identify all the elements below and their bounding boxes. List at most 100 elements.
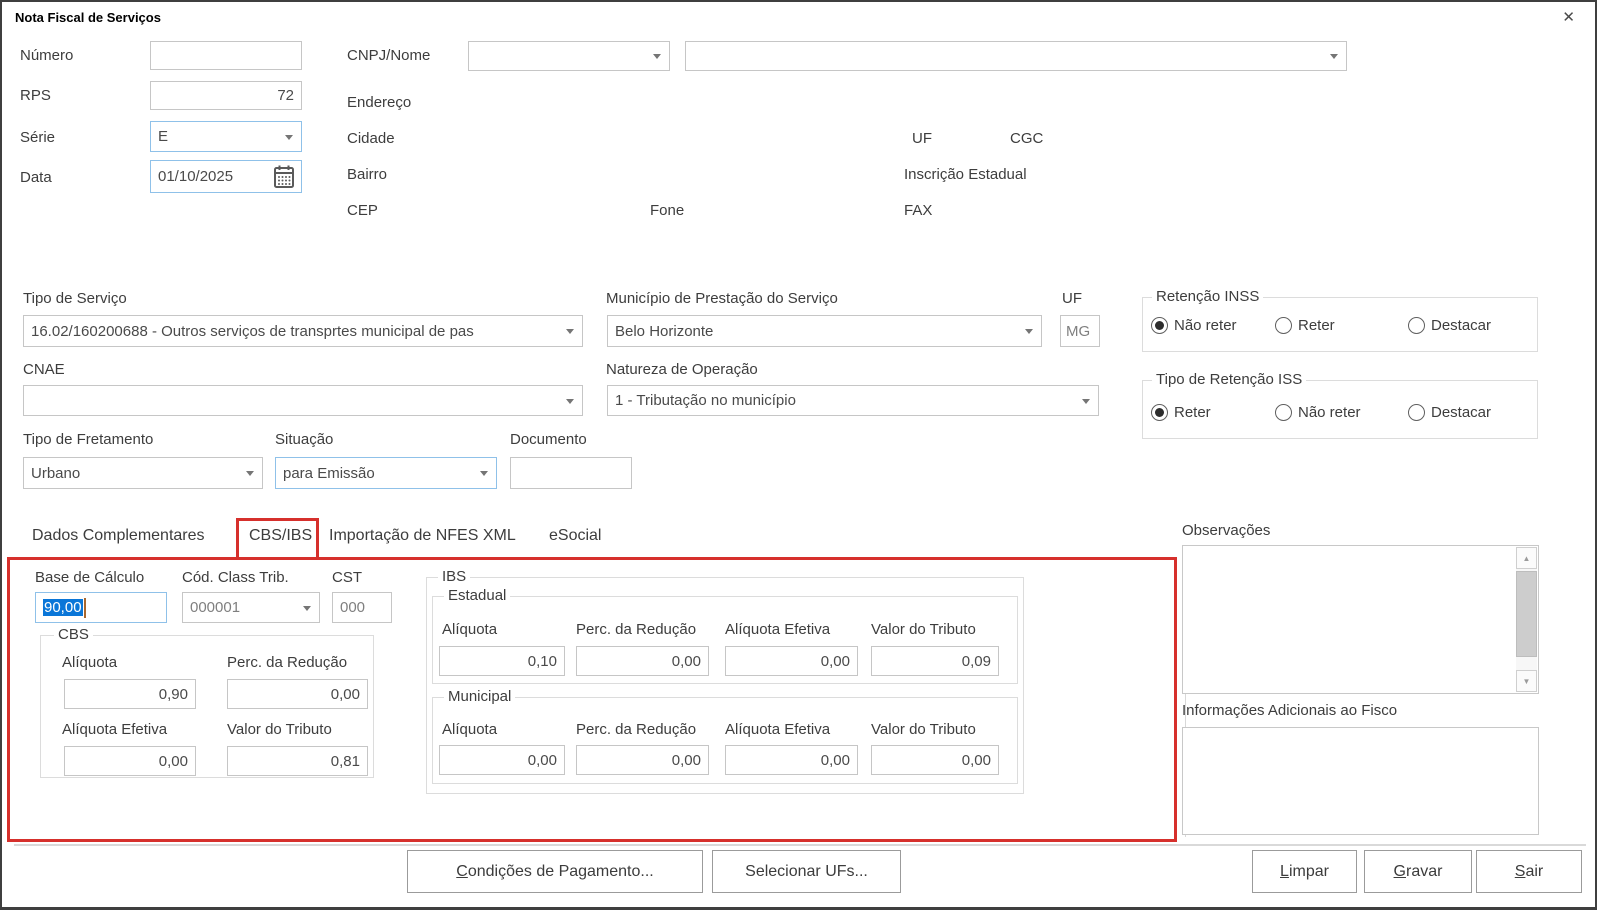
radio-icon[interactable] xyxy=(1275,404,1292,421)
natureza-combobox[interactable]: 1 - Tributação no município xyxy=(607,385,1099,416)
uf-header-label: UF xyxy=(912,130,932,147)
radio-icon[interactable] xyxy=(1275,317,1292,334)
base-calculo-label: Base de Cálculo xyxy=(35,569,145,586)
button-mnemonic: C xyxy=(456,862,468,880)
gravar-button[interactable]: Gravar xyxy=(1364,850,1472,893)
situacao-combobox[interactable]: para Emissão xyxy=(275,457,497,489)
fretamento-combobox[interactable]: Urbano xyxy=(23,457,263,489)
dropdown-arrow-icon[interactable] xyxy=(303,605,311,611)
dropdown-arrow-icon[interactable] xyxy=(1330,54,1338,59)
retencao-inss-title: Retenção INSS xyxy=(1152,288,1264,305)
button-label: ravar xyxy=(1406,862,1443,880)
uf-servico-label: UF xyxy=(1062,290,1082,307)
limpar-button[interactable]: Limpar xyxy=(1252,850,1357,893)
rps-input[interactable]: 72 xyxy=(150,81,302,110)
cod-class-trib-value: 000001 xyxy=(190,599,241,616)
ibs-est-perc-reducao-label: Perc. da Redução xyxy=(576,621,697,638)
radio-iss-nao-reter[interactable]: Não reter xyxy=(1275,404,1361,421)
cod-class-trib-combobox[interactable]: 000001 xyxy=(182,592,320,623)
ibs-estadual-title: Estadual xyxy=(444,587,511,604)
cbs-valor-tributo-input[interactable]: 0,81 xyxy=(227,746,368,776)
radio-inss-nao-reter[interactable]: Não reter xyxy=(1151,317,1237,334)
scrollbar-thumb[interactable] xyxy=(1516,571,1537,657)
uf-servico-input[interactable]: MG xyxy=(1060,315,1100,347)
calendar-icon[interactable] xyxy=(272,164,296,192)
cnae-combobox[interactable] xyxy=(23,385,583,416)
municipio-combobox[interactable]: Belo Horizonte xyxy=(607,315,1042,347)
ibs-mun-aliquota-input[interactable]: 0,00 xyxy=(439,745,565,775)
fax-label: FAX xyxy=(904,202,933,219)
dropdown-arrow-icon[interactable] xyxy=(566,329,574,334)
observacoes-textarea[interactable]: ▲ ▼ xyxy=(1182,545,1539,694)
dropdown-arrow-icon[interactable] xyxy=(1025,329,1033,334)
ibs-est-valor-tributo-label: Valor do Tributo xyxy=(871,621,976,638)
numero-input[interactable] xyxy=(150,41,302,70)
documento-input[interactable] xyxy=(510,457,632,489)
cbs-aliquota-efetiva-label: Alíquota Efetiva xyxy=(62,721,168,738)
dropdown-arrow-icon[interactable] xyxy=(285,134,293,140)
natureza-label: Natureza de Operação xyxy=(606,361,758,378)
tipo-servico-value: 16.02/160200688 - Outros serviços de tra… xyxy=(31,322,474,340)
dropdown-arrow-icon[interactable] xyxy=(566,398,574,404)
radio-label: Reter xyxy=(1298,317,1335,334)
nota-fiscal-window: Nota Fiscal de Serviços ✕ Número RPS 72 … xyxy=(0,0,1597,910)
footer-separator xyxy=(14,844,1586,846)
nome-combobox[interactable] xyxy=(685,41,1347,71)
ibs-est-perc-reducao-input[interactable]: 0,00 xyxy=(576,646,709,676)
ibs-mun-aliquota-efetiva-input[interactable]: 0,00 xyxy=(725,745,858,775)
ibs-mun-valor-tributo-input[interactable]: 0,00 xyxy=(871,745,999,775)
sair-button[interactable]: Sair xyxy=(1476,850,1582,893)
cbs-aliquota-efetiva-input[interactable]: 0,00 xyxy=(64,746,196,776)
condicoes-pagamento-button[interactable]: Condições de Pagamento... xyxy=(407,850,703,893)
serie-label: Série xyxy=(20,129,56,146)
ibs-est-valor-tributo-input[interactable]: 0,09 xyxy=(871,646,999,676)
tipo-servico-combobox[interactable]: 16.02/160200688 - Outros serviços de tra… xyxy=(23,315,583,347)
radio-icon[interactable] xyxy=(1151,317,1168,334)
info-fisco-textarea[interactable] xyxy=(1182,727,1539,835)
natureza-value: 1 - Tributação no município xyxy=(615,392,796,409)
data-input[interactable]: 01/10/2025 xyxy=(150,160,302,193)
button-label: impar xyxy=(1288,862,1329,880)
dropdown-arrow-icon[interactable] xyxy=(480,471,488,476)
radio-icon[interactable] xyxy=(1408,404,1425,421)
radio-icon[interactable] xyxy=(1151,404,1168,421)
cnpj-combobox[interactable] xyxy=(468,41,670,71)
ibs-est-aliquota-input[interactable]: 0,10 xyxy=(439,646,565,676)
scroll-down-icon[interactable]: ▼ xyxy=(1516,670,1537,692)
scroll-up-icon[interactable]: ▲ xyxy=(1516,547,1537,569)
close-icon[interactable]: ✕ xyxy=(1562,8,1575,26)
button-label: air xyxy=(1525,862,1544,880)
fretamento-label: Tipo de Fretamento xyxy=(23,431,154,448)
cbs-perc-reducao-input[interactable]: 0,00 xyxy=(227,679,368,709)
radio-label: Não reter xyxy=(1298,404,1361,421)
tab-importacao-nfes-xml[interactable]: Importação de NFES XML xyxy=(329,527,516,545)
data-value: 01/10/2025 xyxy=(158,168,234,185)
button-mnemonic: L xyxy=(1280,862,1289,880)
cbs-aliquota-input[interactable]: 0,90 xyxy=(64,679,196,709)
retencao-iss-title: Tipo de Retenção ISS xyxy=(1152,371,1307,388)
cbs-perc-reducao-label: Perc. da Redução xyxy=(227,654,348,671)
selecionar-ufs-button[interactable]: Selecionar UFs... xyxy=(712,850,901,893)
dropdown-arrow-icon[interactable] xyxy=(246,471,254,476)
ibs-mun-aliquota-label: Alíquota xyxy=(442,721,498,738)
radio-iss-reter[interactable]: Reter xyxy=(1151,404,1211,421)
cst-input[interactable]: 000 xyxy=(332,592,392,623)
cgc-label: CGC xyxy=(1010,130,1044,147)
observacoes-label: Observações xyxy=(1182,522,1271,539)
radio-icon[interactable] xyxy=(1408,317,1425,334)
scrollbar[interactable]: ▲ ▼ xyxy=(1516,547,1537,692)
ibs-mun-perc-reducao-input[interactable]: 0,00 xyxy=(576,745,709,775)
tab-dados-complementares[interactable]: Dados Complementares xyxy=(32,527,205,545)
ibs-est-aliquota-efetiva-input[interactable]: 0,00 xyxy=(725,646,858,676)
serie-combobox[interactable]: E xyxy=(150,121,302,152)
dropdown-arrow-icon[interactable] xyxy=(653,54,661,59)
tab-esocial[interactable]: eSocial xyxy=(549,527,601,545)
ibs-mun-aliquota-efetiva-label: Alíquota Efetiva xyxy=(725,721,831,738)
serie-value: E xyxy=(158,128,169,145)
radio-iss-destacar[interactable]: Destacar xyxy=(1408,404,1491,421)
dropdown-arrow-icon[interactable] xyxy=(1082,398,1090,404)
base-calculo-input[interactable]: 90,00 xyxy=(35,592,167,623)
radio-inss-reter[interactable]: Reter xyxy=(1275,317,1335,334)
radio-inss-destacar[interactable]: Destacar xyxy=(1408,317,1491,334)
bairro-label: Bairro xyxy=(347,166,388,183)
